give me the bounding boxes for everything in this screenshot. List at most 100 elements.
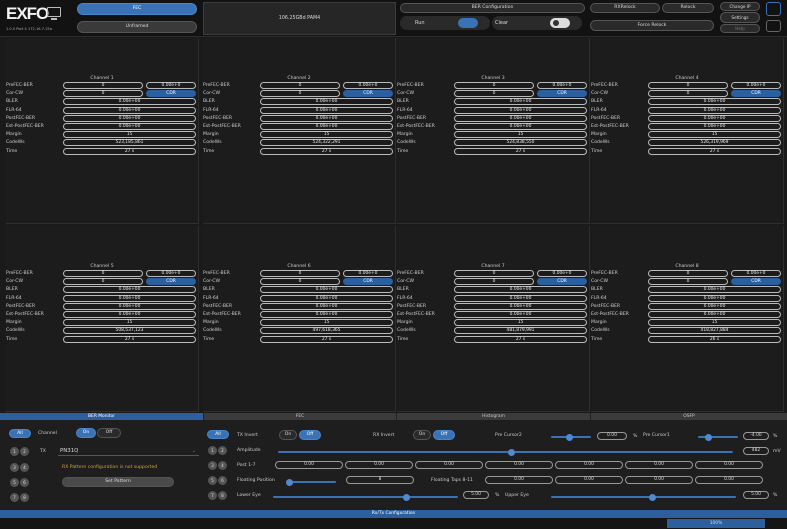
rx-invert-off-button[interactable]: Off [433, 430, 455, 440]
force-relock-button[interactable]: Force Relock [590, 20, 714, 31]
cdr-button[interactable]: CDR [343, 90, 393, 98]
lower-eye-value[interactable]: 5.00 [463, 491, 489, 499]
clear-toggle[interactable]: Clear [492, 16, 582, 30]
metric-row-bler: BLER 0.00e+00 [6, 98, 198, 106]
floating-tap-8-value[interactable]: 0.00 [485, 476, 553, 484]
cdr-button[interactable]: CDR [537, 278, 587, 286]
tx-invert-off-button[interactable]: Off [299, 430, 321, 440]
channel-on-button[interactable]: On [76, 428, 96, 438]
pre-cursor2-slider[interactable] [551, 433, 591, 441]
metric-label: Cor-CW [6, 279, 24, 285]
metric-label: BLER [591, 99, 603, 105]
lane-8-button[interactable]: 8 [218, 491, 227, 500]
est-postfec-ber-value: 0.00e+00 [454, 311, 587, 318]
lane-5-button[interactable]: 5 [208, 476, 217, 485]
tab-histogram[interactable]: Histogram [396, 413, 590, 420]
floating-tap-10-value[interactable]: 0.00 [625, 476, 693, 484]
prefec-ber-value: 0 [63, 82, 143, 89]
prefec-ber-value: 0 [648, 270, 728, 277]
amplitude-slider[interactable] [278, 448, 733, 456]
channel-8-button[interactable]: 8 [20, 493, 29, 502]
tab-osfp[interactable]: OSFP [590, 413, 787, 420]
run-switch-icon[interactable] [458, 18, 478, 28]
metric-row-codews: CodeWs 508,537,123 [6, 327, 198, 335]
all-channels-button[interactable]: All [9, 429, 31, 438]
pre-cursor1-knob[interactable] [705, 433, 712, 441]
settings-button[interactable]: Settings [720, 12, 760, 23]
post-2-value[interactable]: 0.00 [345, 461, 413, 469]
monitor-icon[interactable] [47, 7, 61, 20]
bluetooth-icon[interactable] [766, 2, 781, 16]
channel-4-button[interactable]: 4 [20, 463, 29, 472]
pre-cursor1-slider[interactable] [698, 433, 738, 441]
clear-switch-icon[interactable] [550, 18, 570, 28]
pre-cursor2-knob[interactable] [566, 433, 573, 441]
tab-ber-monitor[interactable]: BER Monitor [0, 413, 203, 420]
tab-fec[interactable]: FEC [203, 413, 396, 420]
metric-row-cor-cw: Cor-CW 0 CDR [203, 90, 395, 98]
rx-tx-configuration-bar[interactable]: Rx/Tx Configuration [0, 510, 787, 518]
lane-1-button[interactable]: 1 [208, 446, 217, 455]
floating-tap-9-value[interactable]: 0.00 [555, 476, 623, 484]
relock-button[interactable]: Relock [662, 3, 714, 13]
metric-row-cor-cw: Cor-CW 0 CDR [397, 278, 589, 286]
cdr-button[interactable]: CDR [146, 278, 196, 286]
amplitude-label: Amplitude [237, 448, 261, 453]
all-lanes-button[interactable]: All [207, 430, 229, 439]
post-6-value[interactable]: 0.00 [625, 461, 693, 469]
upper-eye-knob[interactable] [649, 493, 656, 501]
channel-3-button[interactable]: 3 [10, 463, 19, 472]
channel-1-button[interactable]: 1 [10, 447, 19, 456]
lower-eye-knob[interactable] [403, 493, 410, 501]
metric-label: BLER [591, 287, 603, 293]
floating-position-value[interactable]: 8 [346, 476, 414, 484]
set-pattern-button[interactable]: Set Pattern [62, 477, 174, 487]
metric-row-est-postfec-ber: Est-PostFEC-BER 0.00e+00 [397, 311, 589, 319]
lower-eye-slider[interactable] [273, 493, 458, 501]
post-7-value[interactable]: 0.00 [695, 461, 763, 469]
lane-3-button[interactable]: 3 [208, 461, 217, 470]
rx-invert-on-button[interactable]: On [413, 430, 431, 440]
fec-button[interactable]: FEC [77, 3, 197, 15]
prefec-ber-value: 0 [454, 270, 534, 277]
cdr-button[interactable]: CDR [731, 278, 781, 286]
post-3-value[interactable]: 0.00 [415, 461, 483, 469]
cdr-button[interactable]: CDR [146, 90, 196, 98]
pattern-select[interactable]: PN31Q ⌄ [58, 446, 199, 456]
channel-5-button[interactable]: 5 [10, 478, 19, 487]
lane-6-button[interactable]: 6 [218, 476, 227, 485]
pre-cursor1-value[interactable]: -4.00 [743, 432, 769, 440]
run-toggle[interactable]: Run [400, 16, 490, 30]
post-4-value[interactable]: 0.00 [485, 461, 553, 469]
unframed-button[interactable]: Unframed [77, 21, 197, 33]
network-icon[interactable] [766, 20, 781, 32]
lane-4-button[interactable]: 4 [218, 461, 227, 470]
lane-2-button[interactable]: 2 [218, 446, 227, 455]
metric-label: FLR-64 [6, 107, 22, 113]
help-button[interactable]: Help [720, 24, 760, 33]
cdr-button[interactable]: CDR [731, 90, 781, 98]
pre-cursor2-value[interactable]: 0.00 [597, 432, 627, 440]
floating-position-knob[interactable] [286, 478, 293, 486]
metric-row-est-postfec-ber: Est-PostFEC-BER 0.00e+00 [6, 311, 198, 319]
upper-eye-value[interactable]: 5.00 [743, 491, 769, 499]
lane-7-button[interactable]: 7 [208, 491, 217, 500]
amplitude-knob[interactable] [508, 448, 515, 456]
change-ip-button[interactable]: Change IP [720, 2, 760, 11]
floating-tap-11-value[interactable]: 0.00 [695, 476, 763, 484]
post-1-value[interactable]: 0.00 [275, 461, 343, 469]
channel-6-button[interactable]: 6 [20, 478, 29, 487]
post-5-value[interactable]: 0.00 [555, 461, 623, 469]
channel-7-button[interactable]: 7 [10, 493, 19, 502]
upper-eye-slider[interactable] [551, 493, 736, 501]
cdr-button[interactable]: CDR [343, 278, 393, 286]
metric-row-time: Time 26 s [591, 335, 783, 344]
floating-position-slider[interactable] [286, 478, 336, 486]
channel-off-button[interactable]: Off [97, 428, 121, 438]
cdr-button[interactable]: CDR [537, 90, 587, 98]
tx-invert-on-button[interactable]: On [279, 430, 297, 440]
flr-64-value: 0.00e+00 [63, 106, 196, 114]
metric-row-cor-cw: Cor-CW 0 CDR [397, 90, 589, 98]
amplitude-value[interactable]: 482 [743, 447, 769, 455]
channel-2-button[interactable]: 2 [20, 447, 29, 456]
